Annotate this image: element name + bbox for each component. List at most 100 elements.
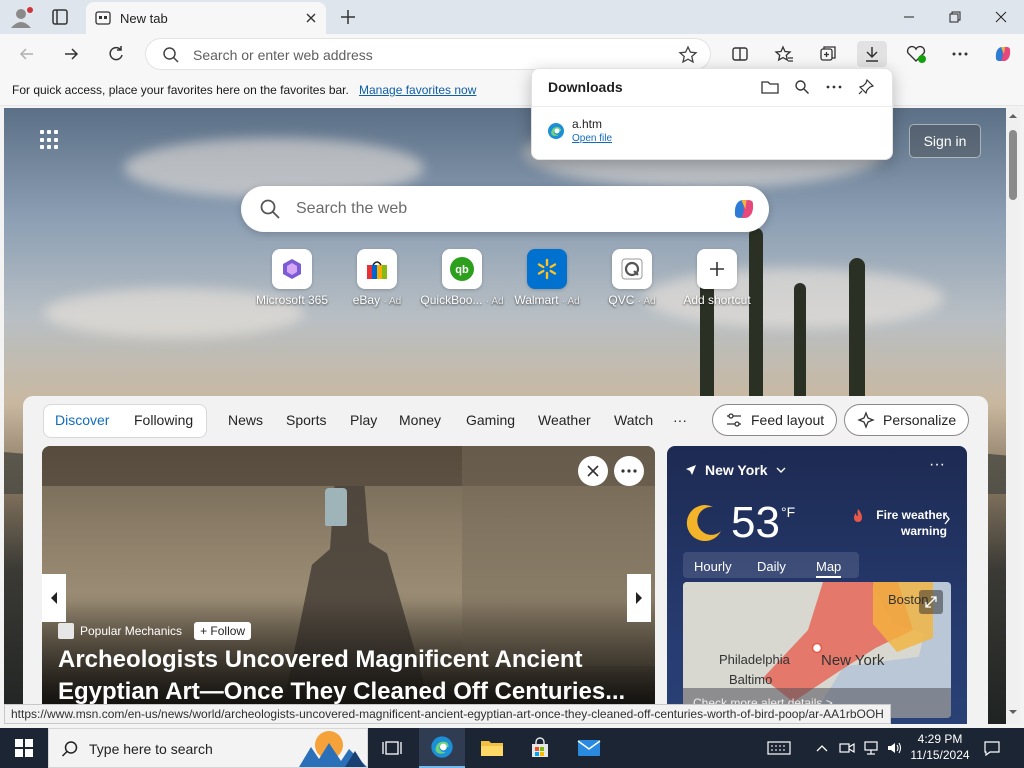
feed-layout-icon bbox=[727, 413, 741, 427]
start-button[interactable] bbox=[0, 728, 48, 768]
shortcut-label: QVC bbox=[608, 293, 635, 307]
shortcut-microsoft-365[interactable]: Microsoft 365 bbox=[250, 249, 334, 307]
carousel-next-button[interactable] bbox=[627, 574, 651, 622]
scroll-down-icon[interactable] bbox=[1009, 708, 1017, 716]
keyboard-layout-icon[interactable] bbox=[762, 728, 796, 768]
feed-layout-button[interactable]: Feed layout bbox=[712, 404, 838, 436]
hero-news-card[interactable]: Popular Mechanics + Follow Archeologists… bbox=[42, 446, 655, 711]
address-placeholder: Search or enter web address bbox=[193, 47, 373, 63]
close-tab-icon[interactable] bbox=[302, 9, 320, 27]
refresh-button[interactable] bbox=[101, 41, 131, 67]
more-tabs-button[interactable]: ··· bbox=[673, 412, 687, 428]
weather-location[interactable]: New York bbox=[685, 462, 786, 478]
app-launcher-icon[interactable] bbox=[40, 130, 60, 150]
browser-essentials-icon[interactable] bbox=[901, 41, 931, 67]
tab-actions-icon[interactable] bbox=[48, 6, 72, 28]
profile-icon[interactable] bbox=[8, 5, 34, 29]
tab-news[interactable]: News bbox=[228, 412, 263, 428]
tab-watch[interactable]: Watch bbox=[614, 412, 653, 428]
search-highlight-image bbox=[299, 731, 367, 767]
split-screen-icon[interactable] bbox=[725, 41, 755, 67]
tab-following[interactable]: Following bbox=[134, 412, 193, 428]
mail-icon[interactable] bbox=[566, 728, 612, 768]
search-downloads-icon[interactable] bbox=[790, 76, 814, 98]
article-headline[interactable]: Archeologists Uncovered Magnificent Anci… bbox=[58, 644, 643, 708]
carousel-previous-button[interactable] bbox=[42, 574, 66, 622]
downloads-title: Downloads bbox=[548, 79, 623, 95]
scrollbar-thumb[interactable] bbox=[1009, 130, 1017, 200]
status-url: https://www.msn.com/en-us/news/world/arc… bbox=[4, 704, 891, 724]
temperature: 53 bbox=[731, 498, 780, 547]
dismiss-button[interactable] bbox=[578, 456, 608, 486]
tab-sports[interactable]: Sports bbox=[286, 412, 326, 428]
shortcut-walmart[interactable]: Walmart · Ad bbox=[505, 249, 589, 307]
personalize-button[interactable]: Personalize bbox=[844, 404, 970, 436]
volume-icon[interactable] bbox=[884, 728, 906, 768]
shortcut-label: Walmart bbox=[514, 293, 559, 307]
weather-tab-hourly[interactable]: Hourly bbox=[694, 559, 732, 574]
follow-button[interactable]: + Follow bbox=[194, 622, 252, 640]
search-icon bbox=[61, 740, 79, 763]
address-bar[interactable]: Search or enter web address bbox=[145, 38, 711, 70]
page-scrollbar[interactable] bbox=[1006, 108, 1020, 724]
shortcut-qvc[interactable]: QVC · Ad bbox=[590, 249, 674, 307]
manage-favorites-link[interactable]: Manage favorites now bbox=[359, 83, 476, 97]
task-view-icon[interactable] bbox=[369, 728, 415, 768]
expand-map-button[interactable] bbox=[919, 590, 943, 614]
tab-discover[interactable]: Discover bbox=[55, 412, 109, 428]
background-cactus bbox=[849, 258, 865, 398]
more-options-button[interactable] bbox=[614, 456, 644, 486]
new-tab-icon bbox=[95, 11, 111, 30]
web-search-box[interactable]: Search the web bbox=[241, 186, 769, 232]
sign-in-button[interactable]: Sign in bbox=[909, 124, 981, 158]
walmart-icon bbox=[527, 249, 567, 289]
meet-now-icon[interactable] bbox=[836, 728, 858, 768]
publisher-name: Popular Mechanics bbox=[80, 624, 183, 638]
pin-icon[interactable] bbox=[854, 76, 878, 98]
downloads-button[interactable] bbox=[857, 41, 887, 67]
copilot-icon[interactable] bbox=[988, 41, 1018, 67]
add-favorite-icon[interactable] bbox=[678, 45, 698, 70]
network-icon[interactable] bbox=[860, 728, 882, 768]
microsoft-store-icon[interactable] bbox=[517, 728, 563, 768]
ad-label: · Ad bbox=[485, 296, 504, 307]
scroll-up-icon[interactable] bbox=[1009, 112, 1017, 120]
search-icon bbox=[162, 46, 180, 69]
edge-taskbar-icon[interactable] bbox=[419, 728, 465, 768]
close-window-button[interactable] bbox=[978, 0, 1024, 34]
tab-new-tab[interactable]: New tab bbox=[86, 2, 326, 34]
shortcut-add[interactable]: Add shortcut bbox=[675, 249, 759, 307]
new-tab-button[interactable] bbox=[336, 6, 360, 28]
file-explorer-icon[interactable] bbox=[469, 728, 515, 768]
shortcut-quickbooks[interactable]: qb QuickBoo... · Ad bbox=[420, 249, 504, 307]
download-file-name[interactable]: a.htm bbox=[572, 117, 602, 131]
location-name: New York bbox=[705, 462, 768, 478]
notifications-icon[interactable] bbox=[980, 728, 1004, 768]
restore-button[interactable] bbox=[932, 0, 978, 34]
back-button[interactable] bbox=[12, 41, 42, 67]
minimize-button[interactable] bbox=[886, 0, 932, 34]
favorites-icon[interactable] bbox=[769, 41, 799, 67]
collections-icon[interactable] bbox=[813, 41, 843, 67]
taskbar-clock[interactable]: 4:29 PM 11/15/2024 bbox=[908, 731, 972, 763]
weather-tab-daily[interactable]: Daily bbox=[757, 559, 786, 574]
weather-tab-map[interactable]: Map bbox=[816, 559, 842, 578]
settings-more-icon[interactable] bbox=[945, 41, 975, 67]
downloads-more-icon[interactable] bbox=[822, 76, 846, 98]
tab-weather[interactable]: Weather bbox=[538, 412, 591, 428]
weather-map[interactable]: Boston Philadelphia New York Baltimo Che… bbox=[683, 582, 951, 718]
tab-play[interactable]: Play bbox=[350, 412, 377, 428]
tab-money[interactable]: Money bbox=[399, 412, 441, 428]
copilot-icon[interactable] bbox=[729, 195, 759, 228]
open-file-link[interactable]: Open file bbox=[572, 133, 612, 144]
tab-gaming[interactable]: Gaming bbox=[466, 412, 515, 428]
forward-button[interactable] bbox=[56, 41, 86, 67]
shortcut-ebay[interactable]: eBay · Ad bbox=[335, 249, 419, 307]
ebay-icon bbox=[357, 249, 397, 289]
open-downloads-folder-icon[interactable] bbox=[758, 76, 782, 98]
weather-more-icon[interactable]: ··· bbox=[929, 456, 945, 474]
taskbar-search[interactable]: Type here to search bbox=[48, 728, 368, 768]
weather-warning[interactable]: Fire weather warning bbox=[847, 507, 947, 539]
chevron-up-icon[interactable] bbox=[812, 728, 832, 768]
weather-card[interactable]: New York ··· 53 °F Fire weather warning … bbox=[667, 446, 967, 724]
